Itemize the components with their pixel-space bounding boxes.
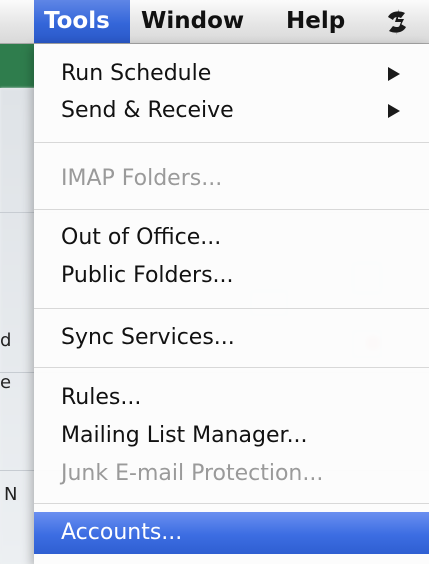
menubar-tools[interactable]: Tools (34, 0, 130, 43)
menu-item-out-of-office[interactable]: Out of Office... (34, 220, 429, 256)
applescript-icon[interactable] (384, 8, 410, 36)
background-text-fragment: e (0, 372, 12, 393)
menu-item-junk-email-protection: Junk E-mail Protection... (34, 456, 429, 492)
submenu-arrow-icon (388, 104, 400, 118)
menu-separator (34, 503, 429, 504)
menu-item-label: IMAP Folders... (61, 166, 223, 191)
submenu-arrow-icon (388, 67, 400, 81)
menu-item-imap-folders: IMAP Folders... (34, 161, 429, 197)
menubar-help[interactable]: Help (286, 0, 356, 43)
menu-item-label: Sync Services... (61, 325, 235, 350)
menu-item-public-folders[interactable]: Public Folders... (34, 258, 429, 294)
menu-item-label: Out of Office... (61, 225, 222, 250)
menu-item-label: Junk E-mail Protection... (61, 461, 324, 486)
menu-item-label: Accounts... (61, 520, 183, 545)
menu-separator (34, 209, 429, 210)
menu-item-label: Public Folders... (61, 263, 234, 288)
menu-item-accounts[interactable]: Accounts... (34, 512, 429, 554)
menu-item-label: Mailing List Manager... (61, 423, 308, 448)
menu-separator (34, 308, 429, 309)
menu-item-run-schedule[interactable]: Run Schedule (34, 56, 429, 92)
menu-separator (34, 142, 429, 143)
background-text-fragment: d (0, 330, 12, 351)
menubar-window[interactable]: Window (141, 0, 253, 43)
tools-menu: Run Schedule Send & Receive IMAP Folders… (34, 44, 429, 564)
background-text-fragment: N (4, 484, 18, 505)
background-sidebar-strip (0, 44, 34, 88)
menu-item-label: Rules... (61, 385, 142, 410)
menu-item-rules[interactable]: Rules... (34, 380, 429, 416)
menu-item-sync-services[interactable]: Sync Services... (34, 320, 429, 356)
menu-item-label: Send & Receive (61, 98, 234, 123)
menu-item-mailing-list-manager[interactable]: Mailing List Manager... (34, 418, 429, 454)
menu-bar: Tools Window Help (0, 0, 429, 44)
menu-separator (34, 367, 429, 368)
menu-item-send-receive[interactable]: Send & Receive (34, 93, 429, 129)
menu-item-label: Run Schedule (61, 61, 212, 86)
